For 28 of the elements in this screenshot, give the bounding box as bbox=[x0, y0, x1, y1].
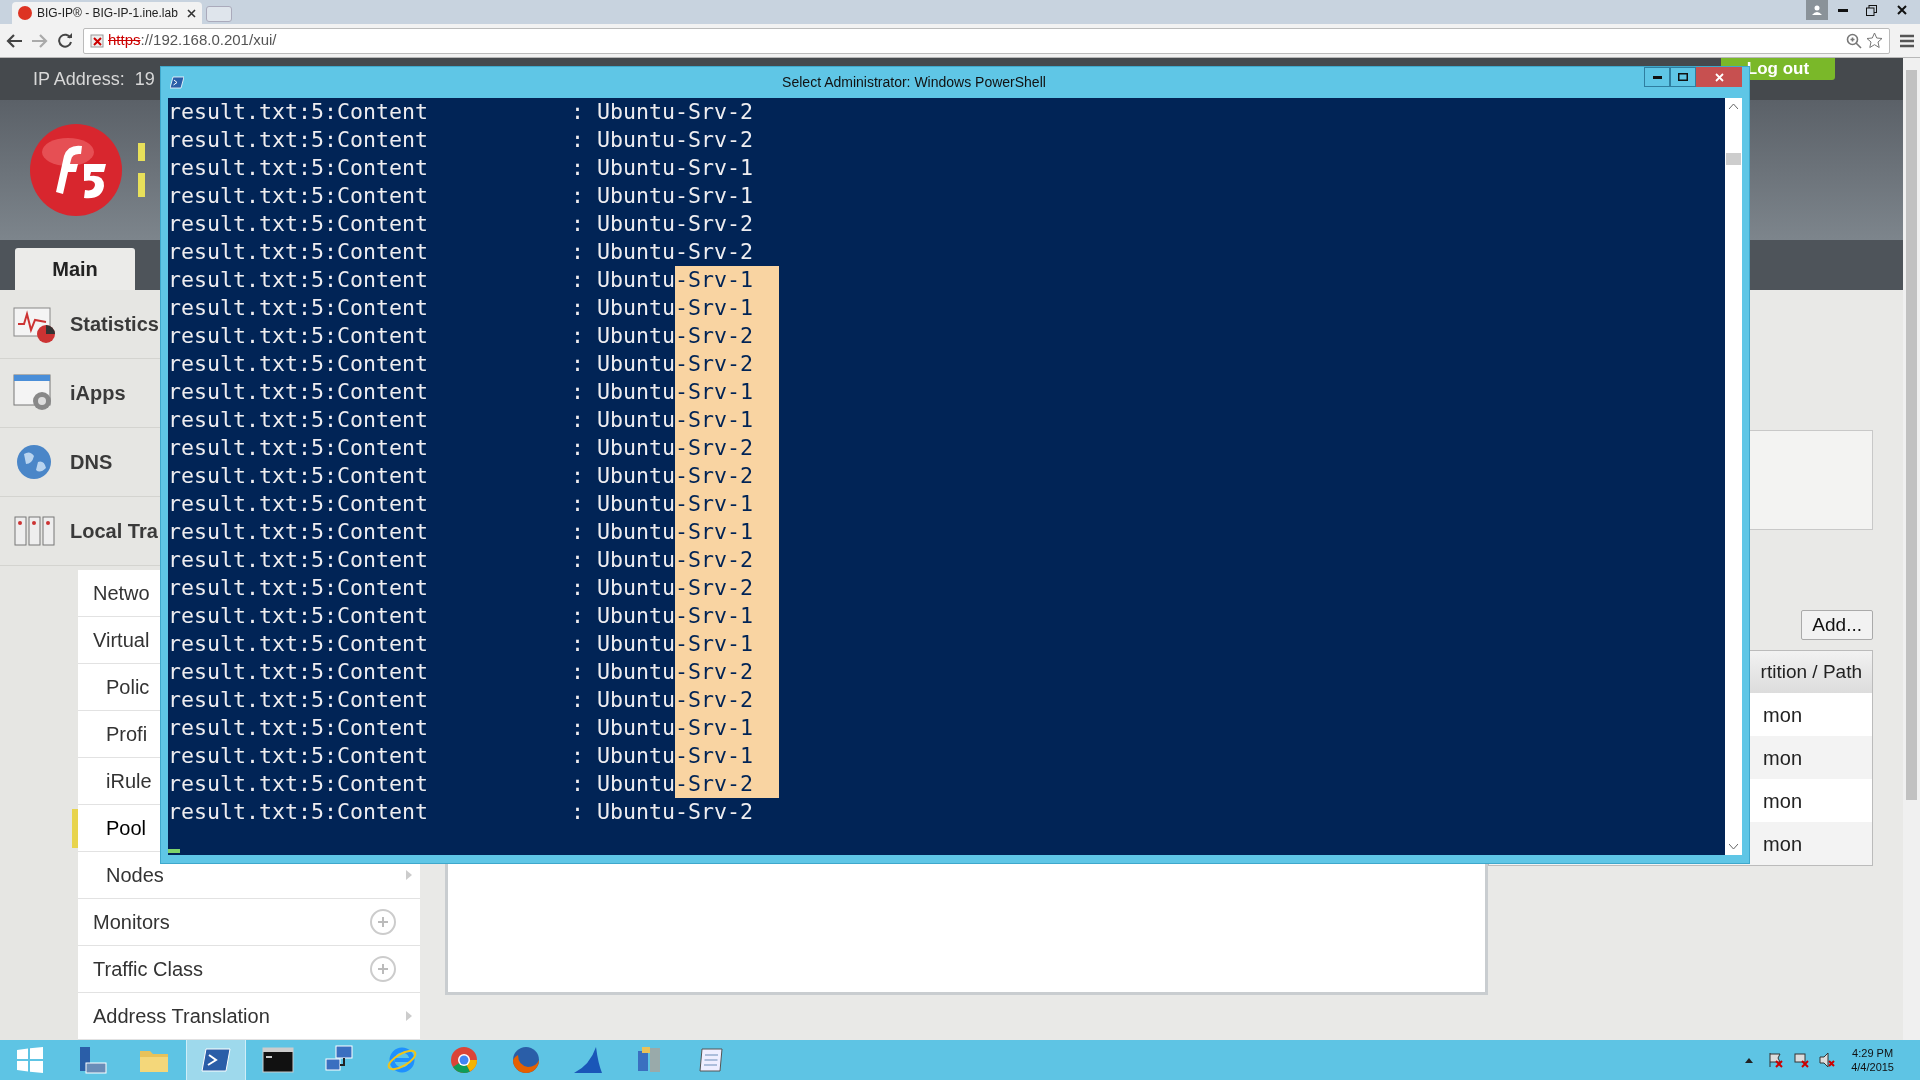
console-line: result.txt:5:Content : Ubuntu-Srv-2 bbox=[168, 238, 755, 266]
console-line: result.txt:5:Content : Ubuntu-Srv-2 bbox=[168, 434, 1725, 462]
window-title: Select Administrator: Windows PowerShell bbox=[781, 73, 1047, 92]
console-line: result.txt:5:Content : Ubuntu-Srv-1 bbox=[168, 294, 1725, 322]
console-line: result.txt:5:Content : Ubuntu-Srv-2 bbox=[168, 798, 755, 826]
tab-title: BIG-IP® - BIG-IP-1.ine.lab bbox=[37, 5, 178, 22]
console-line: result.txt:5:Content : Ubuntu-Srv-2 bbox=[168, 658, 1725, 686]
console-line: result.txt:5:Content : Ubuntu-Srv-2 bbox=[168, 126, 755, 154]
console-line: result.txt:5:Content : Ubuntu-Srv-1 bbox=[168, 630, 1725, 658]
console-line: result.txt:5:Content : Ubuntu-Srv-1 bbox=[168, 742, 1725, 770]
console-line: result.txt:5:Content : Ubuntu-Srv-1 bbox=[168, 182, 755, 210]
console-line: result.txt:5:Content : Ubuntu-Srv-2 bbox=[168, 686, 1725, 714]
table-cell-text: mon bbox=[1763, 831, 1802, 857]
url-text: https://192.168.0.201/xui/ bbox=[108, 30, 277, 51]
console-line: result.txt:5:Content : Ubuntu-Srv-2 bbox=[168, 98, 755, 126]
console-line: result.txt:5:Content : Ubuntu-Srv-1 bbox=[168, 714, 1725, 742]
console-line: result.txt:5:Content : Ubuntu-Srv-2 bbox=[168, 462, 1725, 490]
console-line: result.txt:5:Content : Ubuntu-Srv-1 bbox=[168, 154, 755, 182]
table-cell-text: mon bbox=[1763, 745, 1802, 771]
table-cell-text: mon bbox=[1763, 702, 1802, 728]
console-line: result.txt:5:Content : Ubuntu-Srv-2 bbox=[168, 574, 1725, 602]
table-cell-text: mon bbox=[1763, 788, 1802, 814]
console-line: result.txt:5:Content : Ubuntu-Srv-1 bbox=[168, 602, 1725, 630]
ip-address-label: IP Address: 19 bbox=[33, 67, 155, 91]
console-line: result.txt:5:Content : Ubuntu-Srv-2 bbox=[168, 322, 1725, 350]
console-line: result.txt:5:Content : Ubuntu-Srv-2 bbox=[168, 210, 755, 238]
console-line: result.txt:5:Content : Ubuntu-Srv-2 bbox=[168, 770, 1725, 798]
console-line: result.txt:5:Content : Ubuntu-Srv-1 bbox=[168, 266, 1725, 294]
